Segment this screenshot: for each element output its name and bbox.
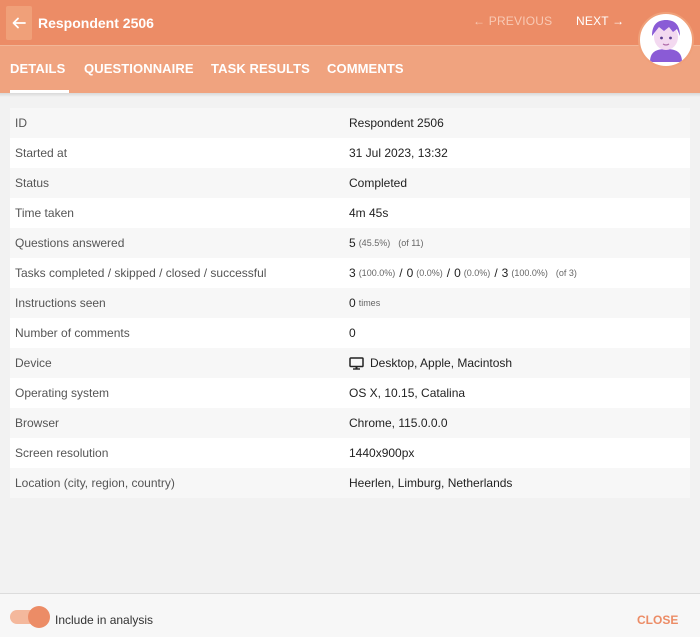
detail-value: Heerlen, Limburg, Netherlands xyxy=(349,476,513,490)
detail-label: Status xyxy=(15,176,50,190)
device-text: Desktop, Apple, Macintosh xyxy=(370,356,513,370)
questions-count: 5 xyxy=(349,236,356,250)
detail-value: 4m 45s xyxy=(349,206,389,220)
tasks-separator: / xyxy=(446,266,451,280)
include-in-analysis-toggle[interactable] xyxy=(10,606,50,628)
detail-row-comments: Number of comments 0 xyxy=(10,318,690,348)
close-button[interactable]: CLOSE xyxy=(637,613,678,627)
monitor-icon xyxy=(349,356,364,370)
detail-label: Browser xyxy=(15,416,60,430)
detail-value: 3 (100.0%) / 0 (0.0%) / 0 (0.0%) / 3 (10… xyxy=(349,266,577,280)
detail-row-time-taken: Time taken 4m 45s xyxy=(10,198,690,228)
back-button[interactable] xyxy=(6,5,32,40)
tab-details[interactable]: DETAILS xyxy=(10,61,65,76)
toggle-knob xyxy=(28,606,50,628)
detail-label: Time taken xyxy=(15,206,74,220)
tab-questionnaire[interactable]: QUESTIONNAIRE xyxy=(84,61,194,76)
detail-label: Questions answered xyxy=(15,236,125,250)
detail-row-device: Device Desktop, Apple, Macintosh xyxy=(10,348,690,378)
detail-label: Tasks completed / skipped / closed / suc… xyxy=(15,266,267,280)
tasks-separator: / xyxy=(494,266,498,280)
detail-value: Chrome, 115.0.0.0 xyxy=(349,416,448,430)
detail-label: Operating system xyxy=(15,386,110,400)
detail-value: 1440x900px xyxy=(349,446,415,460)
detail-value: 5 (45.5%) (of 11) xyxy=(349,236,424,250)
next-button[interactable]: NEXT → xyxy=(576,14,624,28)
detail-row-started: Started at 31 Jul 2023, 13:32 xyxy=(10,138,690,168)
detail-row-browser: Browser Chrome, 115.0.0.0 xyxy=(10,408,690,438)
detail-label: Number of comments xyxy=(15,326,130,340)
detail-value: 0 xyxy=(349,326,356,340)
detail-value: OS X, 10.15, Catalina xyxy=(349,386,466,400)
detail-row-questions: Questions answered 5 (45.5%) (of 11) xyxy=(10,228,690,258)
arrow-left-icon xyxy=(12,17,26,28)
detail-row-location: Location (city, region, country) Heerlen… xyxy=(10,468,690,498)
tasks-closed-pct: (0.0%) xyxy=(463,268,491,278)
tab-task-results[interactable]: TASK RESULTS xyxy=(211,61,310,76)
include-in-analysis-label: Include in analysis xyxy=(55,613,154,627)
instructions-unit: times xyxy=(358,298,381,308)
tasks-separator: / xyxy=(399,266,403,280)
detail-label: Device xyxy=(15,356,52,370)
detail-label: ID xyxy=(15,116,27,130)
tab-bar-shadow xyxy=(0,93,700,97)
detail-row-resolution: Screen resolution 1440x900px xyxy=(10,438,690,468)
tasks-total: (of 3) xyxy=(555,268,577,278)
detail-label: Started at xyxy=(15,146,68,160)
instructions-count: 0 xyxy=(349,296,356,310)
user-avatar-icon xyxy=(650,20,682,62)
avatar xyxy=(638,12,694,68)
detail-value: 31 Jul 2023, 13:32 xyxy=(349,146,448,160)
detail-row-status: Status Completed xyxy=(10,168,690,198)
tasks-successful: 3 xyxy=(501,266,509,280)
detail-row-instructions: Instructions seen 0 times xyxy=(10,288,690,318)
tasks-completed-pct: (100.0%) xyxy=(358,268,396,278)
tab-bar: DETAILS QUESTIONNAIRE TASK RESULTS COMME… xyxy=(0,45,700,93)
questions-percent: (45.5%) xyxy=(358,238,391,248)
detail-label: Screen resolution xyxy=(15,446,109,460)
tab-comments[interactable]: COMMENTS xyxy=(327,61,404,76)
questions-total: (of 11) xyxy=(398,238,424,248)
page-title: Respondent 2506 xyxy=(38,14,154,31)
tasks-skipped: 0 xyxy=(406,266,414,280)
previous-button[interactable]: ← PREVIOUS xyxy=(473,14,552,28)
top-bar: Respondent 2506 ← PREVIOUS NEXT → xyxy=(0,0,700,45)
details-table: ID Respondent 2506 Started at 31 Jul 202… xyxy=(10,108,690,498)
detail-value: Completed xyxy=(349,176,408,190)
detail-row-os: Operating system OS X, 10.15, Catalina xyxy=(10,378,690,408)
detail-row-tasks: Tasks completed / skipped / closed / suc… xyxy=(10,258,690,288)
detail-value: 0 times xyxy=(349,296,380,310)
tasks-closed: 0 xyxy=(454,266,461,280)
tasks-successful-pct: (100.0%) xyxy=(511,268,548,278)
tasks-completed: 3 xyxy=(349,266,356,280)
detail-label: Instructions seen xyxy=(15,296,106,310)
detail-row-id: ID Respondent 2506 xyxy=(10,108,690,138)
tasks-skipped-pct: (0.0%) xyxy=(416,268,443,278)
detail-value: Respondent 2506 xyxy=(349,116,444,130)
detail-value: Desktop, Apple, Macintosh xyxy=(349,356,512,370)
footer-bar: Include in analysis CLOSE xyxy=(0,593,700,637)
detail-label: Location (city, region, country) xyxy=(15,476,175,490)
